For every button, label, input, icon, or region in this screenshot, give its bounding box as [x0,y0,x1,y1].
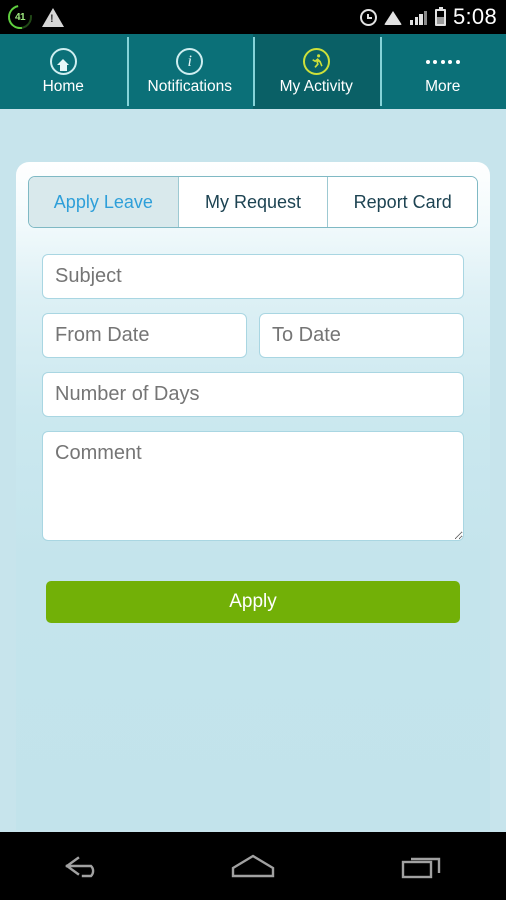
phone-screen: 41 5:08 Home i Notifications [0,0,506,900]
download-progress-icon: 41 [3,0,37,34]
system-back-button[interactable] [0,851,169,881]
alarm-icon [359,8,377,26]
tab-my-request[interactable]: My Request [177,177,328,227]
tab-apply-leave-label: Apply Leave [53,191,153,212]
subject-input[interactable] [42,254,464,299]
back-icon [65,856,95,878]
system-home-button[interactable] [169,851,338,881]
tab-report-card[interactable]: Report Card [327,177,477,227]
comment-textarea[interactable] [42,431,464,541]
to-date-input[interactable] [259,313,464,358]
from-date-input[interactable] [42,313,247,358]
tab-report-card-label: Report Card [353,191,452,212]
system-navigation-bar [0,832,506,900]
running-person-icon [302,48,330,76]
info-icon: i [176,48,204,76]
apply-button[interactable]: Apply [46,581,460,623]
status-bar: 41 5:08 [0,0,506,34]
nav-item-more-label: More [425,78,461,96]
battery-icon [434,6,446,26]
home-icon [231,854,275,878]
nav-item-home[interactable]: Home [0,34,127,109]
recents-icon [401,857,440,879]
warning-icon [42,7,64,27]
submit-row: Apply [16,541,490,623]
nav-item-my-activity-label: My Activity [279,78,353,96]
segmented-tab-bar: Apply Leave My Request Report Card [28,176,478,228]
nav-item-notifications[interactable]: i Notifications [126,34,254,109]
tab-my-request-label: My Request [204,191,302,212]
download-progress-value: 41 [14,11,26,23]
nav-item-home-label: Home [42,78,84,96]
nav-item-notifications-label: Notifications [147,78,232,96]
home-icon [49,48,77,76]
status-bar-clock: 5:08 [452,4,497,29]
system-recents-button[interactable] [337,851,506,881]
date-range-row [42,313,464,358]
leave-application-form [16,228,490,541]
signal-icon [409,10,428,25]
status-bar-left-icons: 41 [0,0,64,34]
status-bar-right-icons: 5:08 [359,4,506,30]
tab-apply-leave[interactable]: Apply Leave [29,177,178,227]
number-of-days-input[interactable] [42,372,464,417]
content-card: Apply Leave My Request Report Card Apply [16,162,490,830]
wifi-icon [383,10,403,25]
top-navigation-bar: Home i Notifications My Activity More [0,34,506,109]
nav-item-my-activity[interactable]: My Activity [253,34,380,109]
more-dots-icon [425,48,460,75]
nav-item-more[interactable]: More [379,34,506,109]
